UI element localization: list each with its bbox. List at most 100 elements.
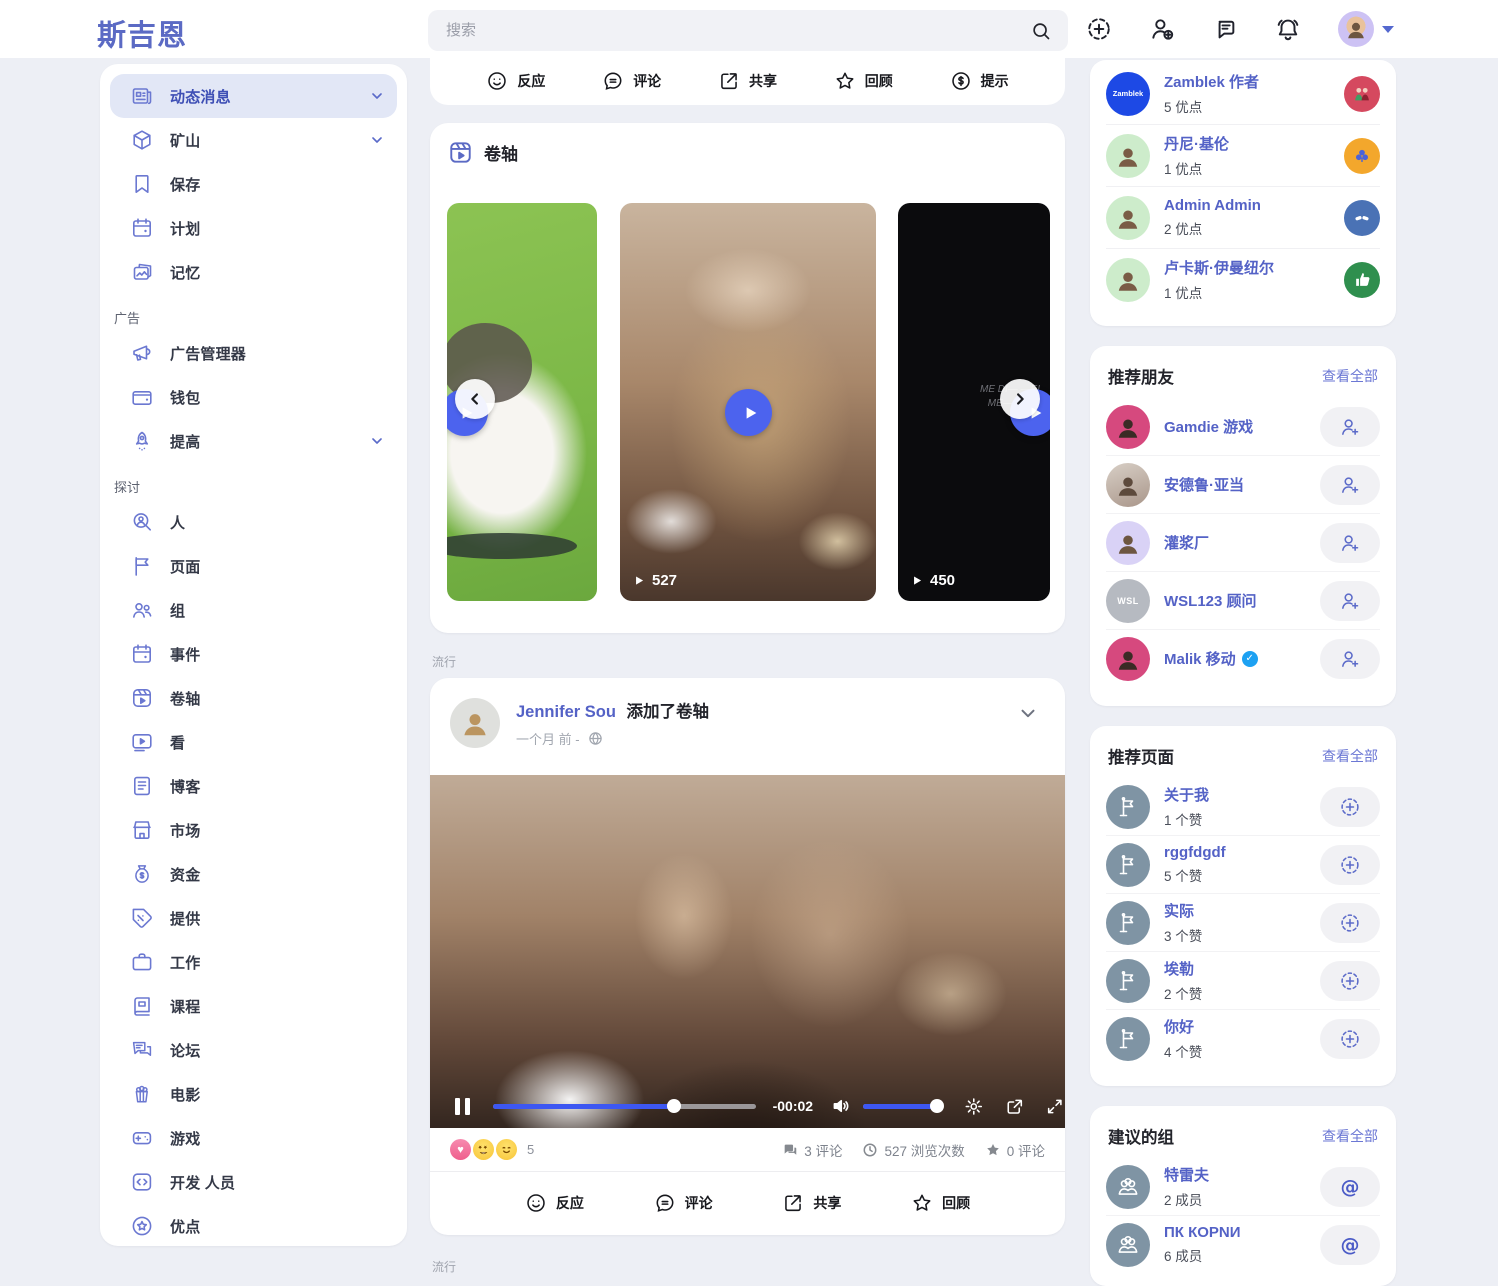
share-button[interactable]: 共享 xyxy=(718,70,777,92)
sidebar-item-memories[interactable]: 记忆 xyxy=(110,250,397,294)
reviews-count[interactable]: 0 评论 xyxy=(985,1140,1045,1160)
page-name[interactable]: 关于我 xyxy=(1164,784,1209,805)
sidebar-item-blog[interactable]: 博客 xyxy=(110,764,397,808)
page-avatar[interactable] xyxy=(1106,901,1150,945)
progress-handle[interactable] xyxy=(667,1099,681,1113)
react-button[interactable]: 反应 xyxy=(486,70,545,92)
pip-icon[interactable] xyxy=(1005,1096,1025,1117)
page-row[interactable]: 实际 3 个赞 xyxy=(1106,894,1380,952)
like-page-button[interactable] xyxy=(1320,903,1380,943)
sidebar-item-movies[interactable]: 电影 xyxy=(110,1072,397,1116)
sidebar-item-developers[interactable]: 开发 人员 xyxy=(110,1160,397,1204)
friend-avatar[interactable] xyxy=(1106,463,1150,507)
sidebar-item-jobs[interactable]: 工作 xyxy=(110,940,397,984)
create-post-icon[interactable] xyxy=(1086,16,1112,42)
page-name[interactable]: 埃勒 xyxy=(1164,958,1202,979)
group-row[interactable]: 特雷夫 2 成员 @ xyxy=(1106,1158,1380,1216)
member-avatar[interactable] xyxy=(1106,134,1150,178)
sidebar-item-funding[interactable]: 资金 xyxy=(110,852,397,896)
member-row[interactable]: Admin Admin 2 优点 xyxy=(1106,187,1380,249)
member-name[interactable]: Admin Admin xyxy=(1164,197,1261,214)
page-row[interactable]: 关于我 1 个赞 xyxy=(1106,778,1380,836)
member-name[interactable]: 卢卡斯·伊曼纽尔 xyxy=(1164,257,1274,278)
post-time[interactable]: 一个月 前 - xyxy=(516,729,580,748)
sidebar-item-offers[interactable]: 提供 xyxy=(110,896,397,940)
friend-name[interactable]: Malik 移动 xyxy=(1164,648,1236,669)
tip-button[interactable]: 提示 xyxy=(950,70,1009,92)
play-button[interactable] xyxy=(725,389,772,436)
friend-row[interactable]: WSL ✓ WSL123 顾问 xyxy=(1106,572,1380,630)
comment-button[interactable]: 评论 xyxy=(602,70,661,92)
add-friend-button[interactable] xyxy=(1320,523,1380,563)
page-avatar[interactable] xyxy=(1106,843,1150,887)
reels-next-arrow[interactable] xyxy=(1000,379,1040,419)
comments-count[interactable]: 3 评论 xyxy=(782,1140,842,1160)
post-video[interactable]: -00:02 xyxy=(430,775,1065,1128)
like-page-button[interactable] xyxy=(1320,787,1380,827)
volume-handle[interactable] xyxy=(930,1099,944,1113)
page-avatar[interactable] xyxy=(1106,785,1150,829)
friend-row[interactable]: Malik 移动✓ xyxy=(1106,630,1380,687)
friend-name[interactable]: Gamdie 游戏 xyxy=(1164,416,1253,437)
friend-avatar[interactable] xyxy=(1106,637,1150,681)
page-name[interactable]: rggfdgdf xyxy=(1164,844,1226,861)
see-all-link[interactable]: 查看全部 xyxy=(1322,746,1378,766)
fullscreen-icon[interactable] xyxy=(1045,1096,1065,1117)
reaction-wow-icon[interactable] xyxy=(473,1139,494,1160)
sidebar-item-wallet[interactable]: 钱包 xyxy=(110,375,397,419)
member-name[interactable]: Zamblek 作者 xyxy=(1164,71,1259,92)
member-avatar[interactable] xyxy=(1106,258,1150,302)
sidebar-item-groups[interactable]: 组 xyxy=(110,588,397,632)
reaction-love-icon[interactable]: ♥ xyxy=(450,1139,471,1160)
group-name[interactable]: 特雷夫 xyxy=(1164,1164,1209,1185)
profile-avatar[interactable] xyxy=(1338,11,1374,47)
sidebar-item-games[interactable]: 游戏 xyxy=(110,1116,397,1160)
join-group-button[interactable]: @ xyxy=(1320,1225,1380,1265)
join-group-button[interactable]: @ xyxy=(1320,1167,1380,1207)
reel-thumbnail[interactable]: 527 xyxy=(620,203,876,601)
group-row[interactable]: ПК КОРNИ 6 成员 @ xyxy=(1106,1216,1380,1273)
add-friend-button[interactable] xyxy=(1320,465,1380,505)
sidebar-item-saved[interactable]: 保存 xyxy=(110,162,397,206)
like-page-button[interactable] xyxy=(1320,961,1380,1001)
friend-row[interactable]: 灌浆厂 xyxy=(1106,514,1380,572)
friend-avatar[interactable]: WSL xyxy=(1106,579,1150,623)
friend-avatar[interactable] xyxy=(1106,405,1150,449)
author-avatar[interactable] xyxy=(450,698,500,748)
member-row[interactable]: 丹尼·基伦 1 优点 xyxy=(1106,125,1380,187)
friend-name[interactable]: 安德鲁·亚当 xyxy=(1164,474,1244,495)
reactions-count[interactable]: 5 xyxy=(527,1142,534,1157)
sidebar-item-points[interactable]: 优点 xyxy=(110,1204,397,1248)
see-all-link[interactable]: 查看全部 xyxy=(1322,1126,1378,1146)
profile-menu[interactable] xyxy=(1338,11,1394,47)
volume-bar[interactable] xyxy=(863,1104,943,1109)
friend-row[interactable]: 安德鲁·亚当 xyxy=(1106,456,1380,514)
sidebar-item-boost[interactable]: 提高 xyxy=(110,419,397,463)
page-name[interactable]: 实际 xyxy=(1164,900,1202,921)
reaction-smile-icon[interactable] xyxy=(496,1139,517,1160)
sidebar-item-watch[interactable]: 看 xyxy=(110,720,397,764)
react-button[interactable]: 反应 xyxy=(525,1192,584,1214)
member-avatar[interactable] xyxy=(1106,196,1150,240)
friend-row[interactable]: Gamdie 游戏 xyxy=(1106,398,1380,456)
sidebar-item-people[interactable]: 人 xyxy=(110,500,397,544)
sidebar-item-ads-manager[interactable]: 广告管理器 xyxy=(110,331,397,375)
review-button[interactable]: 回顾 xyxy=(911,1192,970,1214)
add-friend-button[interactable] xyxy=(1320,639,1380,679)
page-row[interactable]: 你好 4 个赞 xyxy=(1106,1010,1380,1067)
reels-prev-arrow[interactable] xyxy=(455,379,495,419)
volume-icon[interactable] xyxy=(831,1095,851,1117)
page-row[interactable]: rggfdgdf 5 个赞 xyxy=(1106,836,1380,894)
page-name[interactable]: 你好 xyxy=(1164,1016,1202,1037)
video-progress-bar[interactable] xyxy=(493,1104,756,1109)
sidebar-item-reels[interactable]: 卷轴 xyxy=(110,676,397,720)
sidebar-item-pages[interactable]: 页面 xyxy=(110,544,397,588)
search-input[interactable] xyxy=(428,22,1030,39)
add-friend-icon[interactable] xyxy=(1149,16,1175,42)
friend-name[interactable]: WSL123 顾问 xyxy=(1164,590,1257,611)
like-page-button[interactable] xyxy=(1320,1019,1380,1059)
page-row[interactable]: 埃勒 2 个赞 xyxy=(1106,952,1380,1010)
member-name[interactable]: 丹尼·基伦 xyxy=(1164,133,1229,154)
sidebar-item-newsfeed[interactable]: 动态消息 xyxy=(110,74,397,118)
sidebar-item-events[interactable]: 事件 xyxy=(110,632,397,676)
